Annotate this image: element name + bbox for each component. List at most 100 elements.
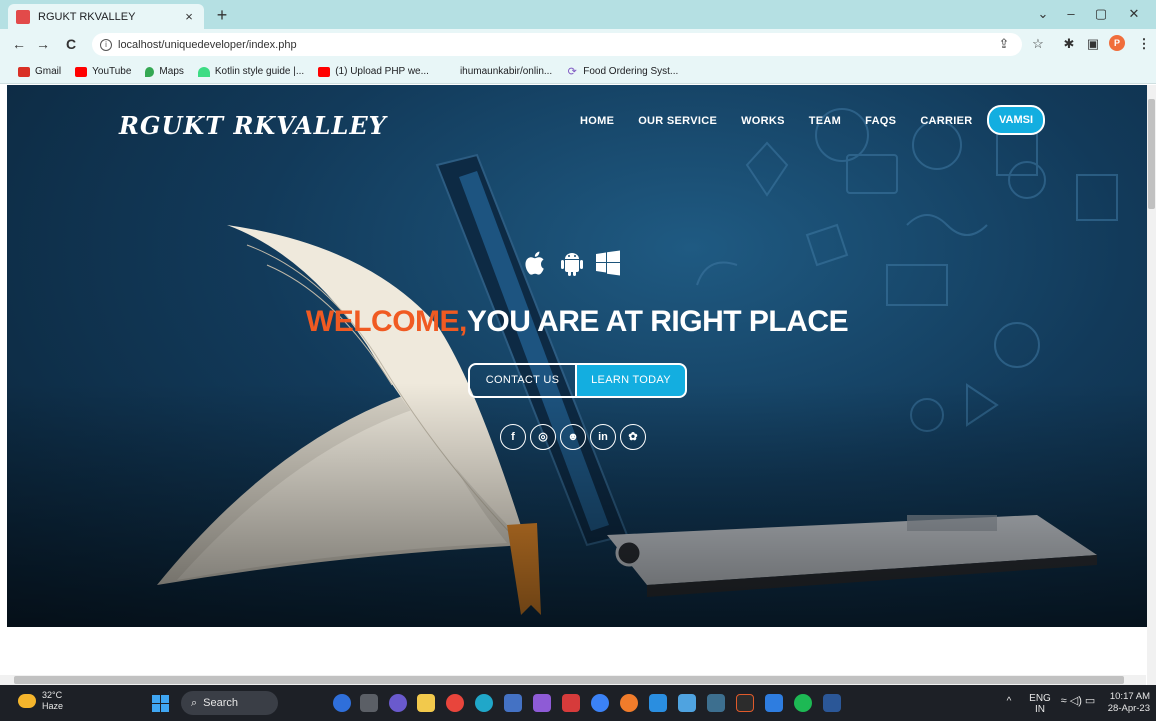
link-icon: ⟳: [567, 65, 577, 78]
gmail-icon: [18, 66, 30, 77]
bookmark-kotlin[interactable]: Kotlin style guide |...: [197, 66, 304, 77]
forward-button[interactable]: →: [34, 35, 52, 53]
bookmark-star-icon[interactable]: ☆: [1029, 36, 1047, 52]
copilot-app-icon[interactable]: [333, 694, 351, 712]
instagram-icon[interactable]: ◎: [530, 424, 556, 450]
haze-weather-icon: [18, 694, 36, 708]
youtube-icon: [75, 66, 88, 77]
browser-tab[interactable]: RGUKT RKVALLEY ×: [8, 4, 204, 29]
nav-home[interactable]: HOME: [580, 115, 614, 127]
site-favicon-icon: [16, 9, 30, 24]
platform-icons: [521, 248, 623, 278]
bookmark-food-ordering[interactable]: ⟳ Food Ordering Syst...: [566, 65, 679, 78]
file-explorer-icon[interactable]: [417, 694, 435, 712]
word-app-icon[interactable]: [823, 694, 841, 712]
minimize-button[interactable]: –: [1057, 4, 1085, 24]
extensions-icon[interactable]: ✱: [1060, 36, 1078, 52]
contact-us-button[interactable]: CONTACT US: [468, 363, 575, 398]
tab-search-icon[interactable]: ⌄: [1029, 4, 1057, 24]
bookmark-gmail[interactable]: Gmail: [18, 66, 61, 77]
adobe-app-icon[interactable]: [736, 694, 754, 712]
clock-time: 10:17 AM: [1109, 691, 1150, 702]
profile-avatar[interactable]: P: [1109, 35, 1125, 51]
youtube-icon: [318, 66, 331, 77]
bookmark-youtube[interactable]: YouTube: [75, 66, 131, 77]
start-button-icon[interactable]: [152, 695, 169, 712]
language-code: ENG: [1029, 693, 1051, 704]
browser-toolbar: ← → C i localhost/uniquedeveloper/index.…: [0, 29, 1156, 60]
back-button[interactable]: ←: [10, 35, 28, 53]
system-clock[interactable]: 10:17 AM 28-Apr-23: [1100, 691, 1150, 715]
taskbar: 32°C Haze ⌕ Search ^ ENG IN ≈ ◁) ▭ 10:17…: [0, 685, 1156, 721]
wifi-volume-battery-icon[interactable]: ≈ ◁) ▭: [1060, 696, 1096, 707]
notepad-app-icon[interactable]: [678, 694, 696, 712]
weather-widget[interactable]: 32°C Haze: [18, 690, 63, 712]
learn-today-button[interactable]: LEARN TODAY: [575, 363, 687, 398]
apple-icon: [525, 251, 544, 275]
blank-page-icon: [442, 66, 455, 77]
nav-carrier[interactable]: CARRIER: [920, 115, 972, 127]
teams-app-icon[interactable]: [389, 694, 407, 712]
browser-menu-icon[interactable]: ⋮: [1135, 36, 1153, 52]
hero-cta-group: CONTACT US LEARN TODAY: [468, 363, 687, 398]
vertical-scrollbar[interactable]: [1147, 85, 1156, 685]
close-window-button[interactable]: ✕: [1120, 4, 1148, 24]
share-icon[interactable]: ⇪: [995, 36, 1013, 52]
nav-team[interactable]: TEAM: [809, 115, 841, 127]
temperature: 32°C: [42, 690, 63, 700]
edge-app-icon[interactable]: [475, 694, 493, 712]
user-button[interactable]: VAMSI: [987, 105, 1045, 135]
hero-headline: WELCOME,YOU ARE AT RIGHT PLACE: [7, 305, 1147, 339]
maps-icon: [145, 66, 155, 77]
tab-strip: RGUKT RKVALLEY × + ⌄ – ▢ ✕: [0, 0, 1156, 29]
social-links: f ◎ ☻ in ✿: [500, 424, 646, 450]
vertical-scroll-thumb[interactable]: [1148, 99, 1155, 209]
linkedin-icon[interactable]: in: [590, 424, 616, 450]
bookmark-github[interactable]: ihumaunkabir/onlin...: [442, 66, 552, 77]
url-text[interactable]: localhost/uniquedeveloper/index.php: [118, 39, 297, 51]
hero-shade-overlay: [7, 85, 1147, 627]
bookmark-upload-php[interactable]: (1) Upload PHP we...: [318, 66, 429, 77]
mcafee-app-icon[interactable]: [562, 694, 580, 712]
page-viewport: RGUKT RKVALLEY HOME OUR SERVICE WORKS TE…: [0, 85, 1156, 685]
site-logo[interactable]: RGUKT RKVALLEY: [119, 111, 387, 140]
new-tab-button[interactable]: +: [212, 5, 232, 25]
chrome-app-icon[interactable]: [446, 694, 464, 712]
nav-our-service[interactable]: OUR SERVICE: [638, 115, 717, 127]
reddit-icon[interactable]: ☻: [560, 424, 586, 450]
todo-app-icon[interactable]: [765, 694, 783, 712]
search-label: Search: [203, 697, 239, 709]
android-icon: [561, 253, 583, 276]
android-studio-app-icon[interactable]: [707, 694, 725, 712]
address-bar[interactable]: i localhost/uniquedeveloper/index.php: [92, 33, 1022, 56]
headline-main: YOU ARE AT RIGHT PLACE: [466, 305, 849, 338]
close-tab-icon[interactable]: ×: [182, 9, 196, 24]
restore-button[interactable]: ▢: [1087, 4, 1115, 24]
windows-icon: [596, 250, 620, 276]
reload-button[interactable]: C: [62, 35, 80, 53]
info-icon[interactable]: i: [100, 38, 112, 51]
task-view-icon[interactable]: [360, 694, 378, 712]
side-panel-icon[interactable]: ▣: [1084, 36, 1102, 52]
facebook-icon[interactable]: f: [500, 424, 526, 450]
bookmark-maps[interactable]: Maps: [145, 66, 184, 77]
spotify-app-icon[interactable]: [794, 694, 812, 712]
vscode-app-icon[interactable]: [649, 694, 667, 712]
firefox-app-icon[interactable]: [620, 694, 638, 712]
game-app-icon[interactable]: [533, 694, 551, 712]
settings-icon[interactable]: ✿: [620, 424, 646, 450]
language-indicator[interactable]: ENG IN: [1029, 693, 1051, 715]
show-hidden-icons[interactable]: ^: [1003, 696, 1015, 707]
store-app-icon[interactable]: [504, 694, 522, 712]
horizontal-scroll-thumb[interactable]: [14, 676, 1124, 684]
tab-title: RGUKT RKVALLEY: [38, 10, 136, 23]
nav-faqs[interactable]: FAQS: [865, 115, 896, 127]
headline-accent: WELCOME,: [305, 305, 468, 338]
horizontal-scrollbar[interactable]: [0, 675, 1146, 685]
nav-works[interactable]: WORKS: [741, 115, 785, 127]
clock-date: 28-Apr-23: [1107, 703, 1150, 714]
weather-condition: Haze: [42, 701, 64, 711]
help-app-icon[interactable]: [591, 694, 609, 712]
bookmarks-bar: Gmail YouTube Maps Kotlin style guide |.…: [0, 60, 1156, 84]
taskbar-search[interactable]: ⌕ Search: [181, 691, 278, 715]
